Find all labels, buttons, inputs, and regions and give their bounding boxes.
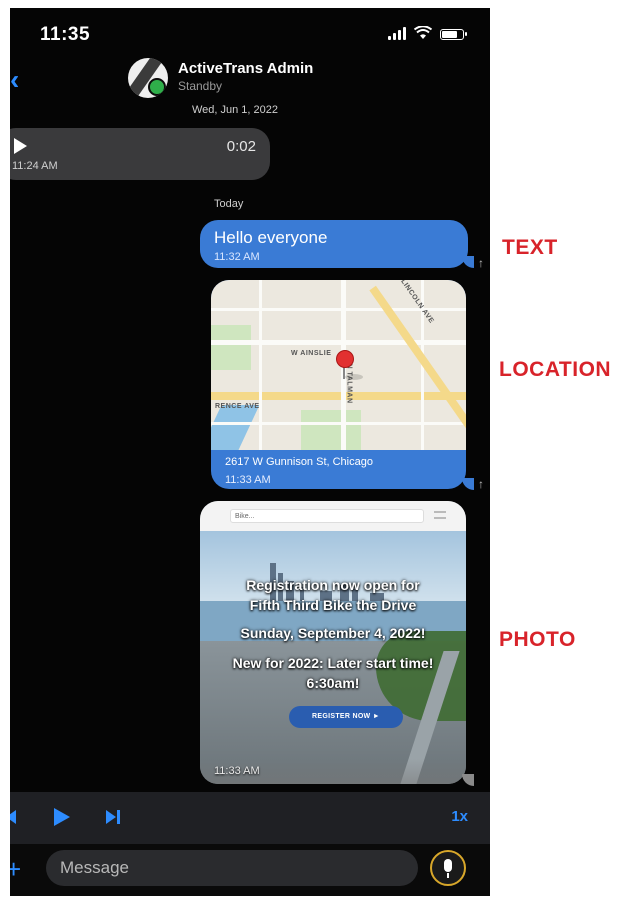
register-now-label: REGISTER NOW (312, 713, 371, 720)
sent-arrow-icon: ↑ (478, 477, 484, 491)
today-separator: Today (214, 198, 244, 210)
bubble-tail (462, 478, 474, 490)
date-separator: Wed, Jun 1, 2022 (191, 104, 279, 116)
message-text: Hello everyone (214, 228, 328, 247)
map-label: W AINSLIE (291, 350, 332, 357)
status-icons (388, 26, 467, 40)
annotation-photo: PHOTO (499, 628, 576, 651)
annotation-text: TEXT (502, 236, 558, 259)
contact-avatar[interactable] (128, 58, 168, 98)
wifi-icon (414, 26, 432, 39)
annotation-location: LOCATION (499, 358, 612, 381)
photo-start-time-line: New for 2022: Later start time! (232, 655, 434, 671)
contact-status: Standby (178, 79, 223, 93)
previous-track-icon[interactable] (10, 810, 16, 824)
voice-duration: 0:02 (226, 138, 256, 155)
location-timestamp: 11:33 AM (225, 474, 271, 486)
map-label: LINCOLN AVE (399, 280, 435, 325)
menu-icon (434, 511, 446, 519)
phone-screen: 11:35 ‹ ActiveTrans Admin Standby Wed, J… (10, 8, 490, 896)
signal-icon (388, 26, 406, 40)
photo-headline-2: Fifth Third Bike the Drive (249, 597, 417, 613)
photo-start-time: 6:30am! (306, 675, 360, 691)
map-preview[interactable]: LINCOLN AVE W AINSLIE RENCE AVE N TALMAN (211, 280, 466, 450)
photo-timestamp: 11:33 AM (214, 765, 260, 777)
audio-player-bar: 1x (10, 792, 490, 844)
photo-headline-1: Registration now open for (246, 577, 420, 593)
photo-date-line: Sunday, September 4, 2022! (240, 625, 426, 641)
contact-name[interactable]: ActiveTrans Admin (178, 60, 313, 77)
voice-timestamp: 11:24 AM (12, 160, 58, 172)
map-label: N TALMAN (345, 363, 353, 404)
map-label: RENCE AVE (215, 403, 260, 410)
status-time: 11:35 (40, 24, 91, 45)
back-chevron-icon[interactable]: ‹ (10, 64, 19, 96)
microphone-button[interactable] (430, 850, 466, 886)
register-now-button[interactable]: REGISTER NOW ► (289, 706, 403, 728)
sent-arrow-icon: ↑ (478, 256, 484, 270)
text-message-bubble[interactable]: Hello everyone 11:32 AM (200, 220, 468, 268)
message-timestamp: 11:32 AM (214, 251, 260, 263)
photo-browser-bar: Bike... (200, 501, 466, 531)
play-icon[interactable] (14, 138, 27, 154)
composer-bar: + Message (10, 844, 490, 896)
next-track-icon[interactable] (106, 810, 116, 824)
battery-icon (440, 29, 467, 40)
voice-message-bubble[interactable]: 0:02 11:24 AM (10, 128, 270, 180)
play-icon[interactable] (54, 808, 70, 826)
photo-url-field: Bike... (230, 509, 424, 523)
location-address: 2617 W Gunnison St, Chicago (225, 456, 373, 468)
playback-speed[interactable]: 1x (451, 808, 468, 825)
bubble-tail (462, 256, 474, 268)
microphone-icon (444, 859, 452, 872)
status-dot-icon (148, 78, 166, 96)
photo-message-bubble[interactable]: Bike... Registration now open for Fifth … (200, 501, 466, 784)
location-message-bubble[interactable]: LINCOLN AVE W AINSLIE RENCE AVE N TALMAN… (211, 280, 466, 489)
bubble-tail (462, 774, 474, 786)
plus-icon[interactable]: + (10, 854, 21, 885)
location-pin-icon (336, 350, 354, 368)
message-input[interactable]: Message (46, 850, 418, 886)
